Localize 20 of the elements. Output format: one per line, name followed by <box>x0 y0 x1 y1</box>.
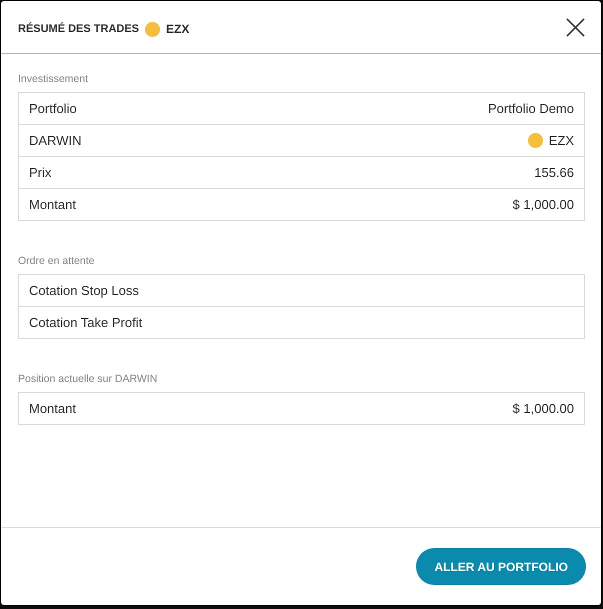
row-value: $ 1,000.00 <box>512 401 574 416</box>
row-label: DARWIN <box>29 133 82 148</box>
section-heading: Position actuelle sur DARWIN <box>18 372 158 386</box>
close-button[interactable] <box>565 16 586 38</box>
row-value: 155.66 <box>534 165 574 180</box>
darwin-name: EZX <box>548 133 574 148</box>
darwin-name: EZX <box>166 22 190 36</box>
modal-title: RÉSUMÉ DES TRADES <box>18 23 140 35</box>
section-heading: Investissement <box>18 72 90 86</box>
row-value: $ 1,000.00 <box>512 197 574 212</box>
row-label: Cotation Stop Loss <box>29 283 139 298</box>
row-label: Prix <box>29 165 52 180</box>
section-heading: Ordre en attente <box>18 254 96 268</box>
row-label: Portfolio <box>29 101 77 116</box>
row-value: Portfolio Demo <box>488 101 574 116</box>
go-to-portfolio-button[interactable]: ALLER AU PORTFOLIO <box>416 548 586 585</box>
row-label: Montant <box>29 401 76 416</box>
row-label: Montant <box>29 197 76 212</box>
close-icon <box>566 18 585 36</box>
row-label: Cotation Take Profit <box>29 315 142 330</box>
